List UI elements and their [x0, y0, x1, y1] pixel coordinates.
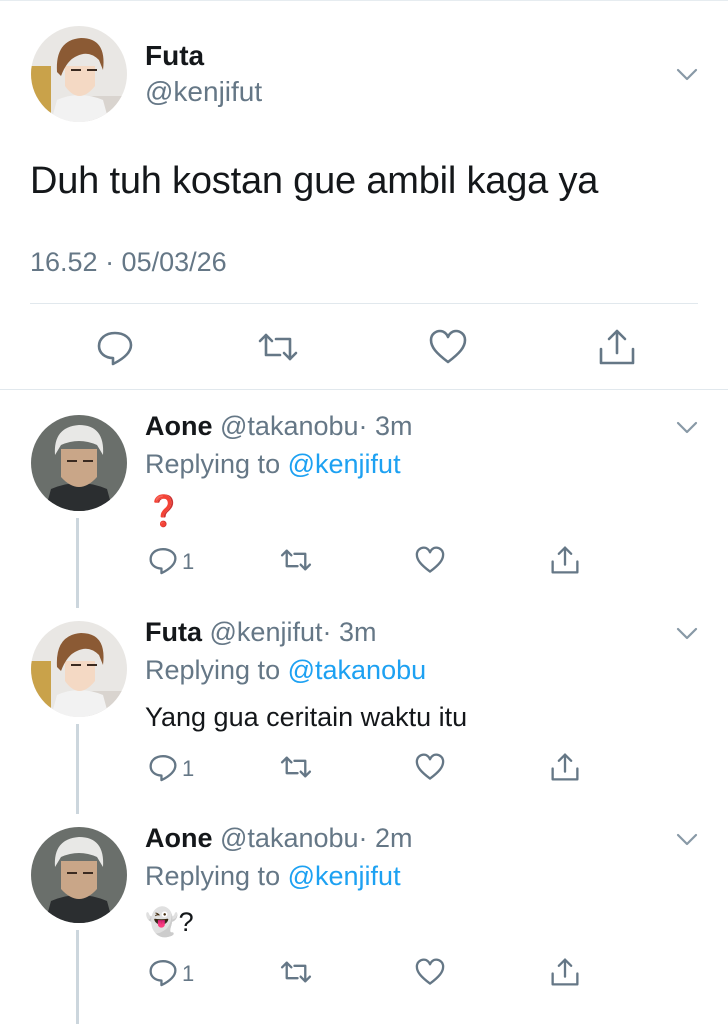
reply-icon: [149, 960, 177, 987]
thread-line: [76, 518, 79, 608]
retweet-icon: [280, 549, 312, 571]
reply-count: 1: [182, 961, 195, 986]
reply-header: Aone @takanobu· 3m: [145, 411, 413, 442]
author-handle[interactable]: @kenjifut: [145, 76, 262, 108]
retweet-button[interactable]: [279, 750, 313, 784]
share-button[interactable]: [595, 325, 639, 369]
retweet-icon: [258, 333, 298, 361]
share-button[interactable]: [548, 955, 582, 989]
like-button[interactable]: [413, 750, 447, 784]
reply-text-content: ❓: [145, 495, 183, 528]
chevron-down-icon[interactable]: [673, 60, 701, 88]
avatar-aone-image: [31, 827, 127, 923]
chevron-down-icon[interactable]: [673, 825, 701, 853]
tweet-timestamp[interactable]: 16.52 · 05/03/26: [30, 247, 227, 278]
share-icon: [551, 958, 579, 986]
like-button[interactable]: [413, 543, 447, 577]
like-button[interactable]: [413, 955, 447, 989]
reply-time: · 2m: [358, 823, 413, 853]
reply-count: 1: [182, 549, 195, 574]
replying-prefix: Replying to: [145, 655, 281, 685]
thread-line: [76, 930, 79, 1024]
avatar-futa[interactable]: [31, 26, 127, 122]
replying-to-link[interactable]: @kenjifut: [288, 449, 401, 479]
replying-to: Replying to @kenjifut: [145, 861, 401, 892]
avatar-futa-image: [31, 26, 127, 122]
replying-prefix: Replying to: [145, 449, 281, 479]
share-button[interactable]: [548, 543, 582, 577]
reply-text: 👻?: [145, 907, 194, 937]
thread-line: [76, 724, 79, 814]
replying-to: Replying to @kenjifut: [145, 449, 401, 480]
avatar-futa-image: [31, 621, 127, 717]
retweet-icon: [280, 756, 312, 778]
heart-icon: [415, 546, 445, 573]
reply-button[interactable]: [146, 955, 180, 989]
reply-author-name[interactable]: Aone: [145, 823, 213, 853]
chevron-down-icon[interactable]: [673, 413, 701, 441]
reply-text: ❓: [145, 494, 182, 529]
replying-prefix: Replying to: [145, 861, 281, 891]
reply-time: · 3m: [322, 617, 377, 647]
tweet-text: Duh tuh kostan gue ambil kaga ya: [30, 160, 599, 202]
heart-icon: [415, 753, 445, 780]
reply-time: · 3m: [358, 411, 413, 441]
reply-author-handle[interactable]: @takanobu: [220, 823, 359, 853]
retweet-button[interactable]: [256, 325, 300, 369]
avatar-aone[interactable]: [31, 827, 127, 923]
avatar-futa[interactable]: [31, 621, 127, 717]
retweet-button[interactable]: [279, 955, 313, 989]
reply-count: 1: [182, 756, 195, 781]
divider: [0, 389, 728, 390]
reply-icon: [149, 548, 177, 575]
chevron-down-icon[interactable]: [673, 619, 701, 647]
reply-button[interactable]: [146, 750, 180, 784]
share-icon: [551, 546, 579, 574]
top-divider: [0, 0, 728, 1]
reply-icon: [97, 331, 133, 366]
reply-author-handle[interactable]: @kenjifut: [210, 617, 323, 647]
author-name[interactable]: Futa: [145, 40, 204, 72]
reply-button[interactable]: [146, 543, 180, 577]
divider: [30, 303, 698, 304]
replying-to-link[interactable]: @takanobu: [288, 655, 427, 685]
retweet-icon: [280, 961, 312, 983]
share-icon: [551, 753, 579, 781]
reply-author-name[interactable]: Aone: [145, 411, 213, 441]
reply-text: Yang gua ceritain waktu itu: [145, 702, 468, 732]
like-button[interactable]: [426, 325, 470, 369]
reply-icon: [149, 755, 177, 782]
heart-icon: [429, 329, 467, 364]
reply-button[interactable]: [93, 325, 137, 369]
replying-to: Replying to @takanobu: [145, 655, 426, 686]
avatar-aone[interactable]: [31, 415, 127, 511]
share-button[interactable]: [548, 750, 582, 784]
retweet-button[interactable]: [279, 543, 313, 577]
replying-to-link[interactable]: @kenjifut: [288, 861, 401, 891]
heart-icon: [415, 958, 445, 985]
reply-author-handle[interactable]: @takanobu: [220, 411, 359, 441]
share-icon: [599, 329, 635, 365]
reply-author-name[interactable]: Futa: [145, 617, 202, 647]
reply-header: Aone @takanobu· 2m: [145, 823, 413, 854]
reply-header: Futa @kenjifut· 3m: [145, 617, 376, 648]
avatar-aone-image: [31, 415, 127, 511]
